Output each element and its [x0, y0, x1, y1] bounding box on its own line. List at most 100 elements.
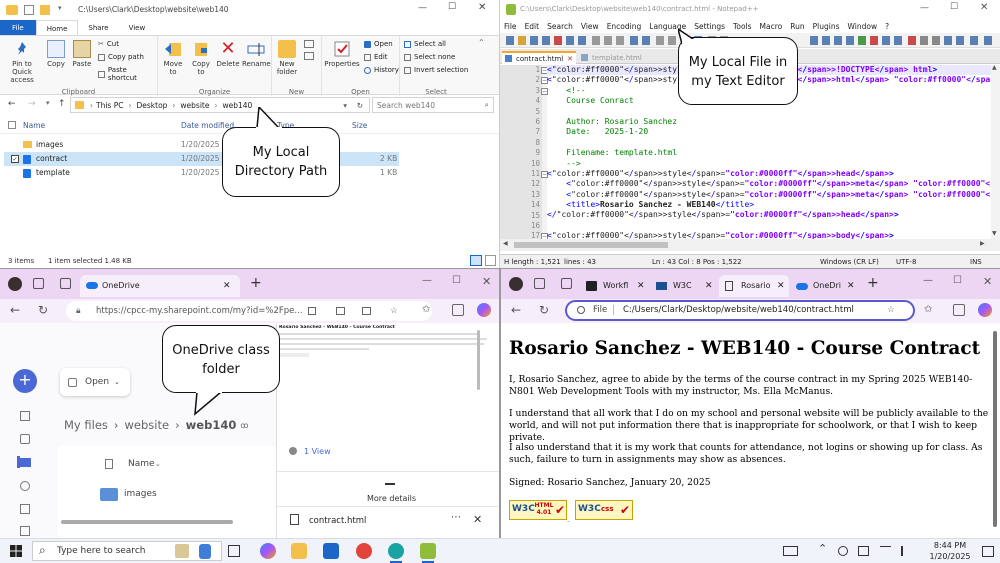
up-arrow-icon[interactable]: ↑ [58, 99, 66, 109]
menu-help[interactable]: ? [885, 22, 889, 31]
menu-edit[interactable]: Edit [525, 22, 540, 31]
search-input[interactable]: Search web140 ⌕ [372, 97, 494, 113]
col-size[interactable]: Size [352, 121, 367, 130]
page-scrollbar[interactable] [993, 331, 997, 527]
tab-template-html[interactable]: template.html [578, 52, 648, 64]
paste-shortcut-button[interactable]: Paste shortcut [98, 66, 157, 82]
new-tab-icon[interactable]: + [250, 275, 262, 291]
maximize-icon[interactable]: ☐ [452, 275, 461, 286]
tab-home[interactable]: Home [35, 20, 79, 36]
menu-search[interactable]: Search [547, 22, 573, 31]
close-icon[interactable]: ✕ [983, 275, 992, 288]
refresh-icon[interactable]: ↻ [357, 101, 363, 110]
workspaces-icon[interactable] [534, 278, 545, 289]
recent-dropdown-icon[interactable]: ▾ [46, 99, 50, 107]
recycle-icon[interactable] [20, 526, 30, 536]
close-icon[interactable]: ✕ [980, 2, 988, 13]
breadcrumb-web140[interactable]: web140 [186, 418, 237, 432]
mail-taskbar-icon[interactable] [323, 543, 339, 559]
row-checkbox-checked-icon[interactable]: ✓ [11, 155, 19, 163]
delete-button[interactable]: ✕ Delete [216, 40, 240, 69]
favorite-star-icon[interactable]: ☆ [390, 301, 398, 321]
scroll-thumb[interactable] [514, 242, 668, 248]
minimize-icon[interactable]: — [923, 275, 933, 286]
taskbar-search-box[interactable]: ⌕ Type here to search [32, 541, 222, 561]
horizontal-scrollbar[interactable]: ◀ ▶ [500, 239, 1000, 251]
properties-button[interactable]: Properties [324, 40, 360, 68]
details-view-icon[interactable] [470, 255, 482, 266]
menu-view[interactable]: View [581, 22, 599, 31]
tab-actions-icon[interactable] [561, 278, 572, 289]
file-explorer-taskbar-icon[interactable] [291, 543, 307, 559]
tab-onedrive[interactable]: OneDrive ✕ [80, 275, 240, 297]
od-list-scrollbar[interactable] [61, 520, 233, 524]
od-url-field[interactable]: 🔒︎ https://cpcc-my.sharepoint.com/my?id=… [66, 301, 432, 321]
copilot-icon[interactable] [978, 303, 992, 317]
history-button[interactable]: History [364, 66, 399, 74]
tab-close-icon[interactable]: ✕ [567, 55, 573, 63]
profile-avatar[interactable] [8, 277, 22, 291]
move-to-button[interactable]: Move to [160, 40, 186, 76]
copy-button[interactable]: Copy [44, 40, 68, 68]
display-icon[interactable] [858, 546, 869, 556]
tab-file[interactable]: File [0, 20, 36, 36]
refresh-icon[interactable]: ↻ [539, 303, 549, 317]
tab-share[interactable]: Share [78, 20, 118, 36]
windows-start-icon[interactable] [10, 545, 22, 557]
collections-icon[interactable] [953, 304, 965, 316]
od-item-images[interactable]: images [124, 489, 157, 499]
copilot-taskbar-icon[interactable] [260, 543, 276, 559]
workspaces-icon[interactable] [33, 278, 44, 289]
close-preview-icon[interactable]: ✕ [473, 513, 482, 526]
preview-scrollbar[interactable] [477, 330, 480, 390]
favorites-icon[interactable]: ✩ [422, 304, 430, 315]
menu-plugins[interactable]: Plugins [813, 22, 840, 31]
menu-encoding[interactable]: Encoding [607, 22, 642, 31]
tab-contract-html[interactable]: contract.html ✕ [502, 51, 576, 64]
qat-dropdown-icon[interactable]: ▾ [58, 4, 62, 12]
menu-run[interactable]: Run [790, 22, 804, 31]
edge-taskbar-icon[interactable] [388, 543, 404, 559]
w3c-css-badge[interactable]: W3C css ✔ [575, 500, 633, 520]
scroll-up-icon[interactable]: ▲ [992, 64, 997, 71]
immersive-reader-icon[interactable] [362, 307, 371, 315]
back-arrow-icon[interactable]: ← [8, 99, 16, 109]
quick-access-checkbox-icon[interactable] [24, 5, 34, 15]
select-all-checkbox[interactable] [8, 121, 16, 129]
maximize-icon[interactable]: ☐ [448, 2, 456, 12]
keyboard-icon[interactable] [783, 546, 798, 556]
collections-icon[interactable] [452, 304, 464, 316]
menu-window[interactable]: Window [848, 22, 878, 31]
tab-close-icon[interactable]: ✕ [705, 275, 713, 297]
open-button[interactable]: Open [364, 40, 393, 48]
show-hidden-icons-icon[interactable]: ⌃ [818, 542, 827, 555]
select-all-button[interactable]: Select all [404, 40, 446, 48]
menu-tools[interactable]: Tools [733, 22, 751, 31]
maximize-icon[interactable]: ☐ [950, 2, 958, 12]
favorites-icon[interactable]: ✩ [924, 304, 932, 315]
edit-button[interactable]: Edit [364, 53, 388, 61]
record-icon[interactable] [838, 546, 848, 556]
notepad-plus-taskbar-icon[interactable] [420, 543, 436, 559]
w3c-html-badge[interactable]: W3C HTML 4.01 ✔ [509, 500, 567, 520]
back-arrow-icon[interactable]: ← [511, 303, 521, 317]
menu-macro[interactable]: Macro [760, 22, 783, 31]
breadcrumb-website[interactable]: website [180, 101, 209, 110]
refresh-icon[interactable]: ↻ [38, 303, 48, 317]
add-new-icon[interactable]: + [13, 369, 37, 393]
maximize-icon[interactable]: ☐ [953, 275, 962, 286]
clock-time[interactable]: 8:44 PM [930, 541, 970, 550]
volume-icon[interactable] [901, 546, 912, 556]
home-nav-icon[interactable] [20, 411, 30, 421]
breadcrumb-this-pc[interactable]: This PC [96, 101, 123, 110]
tab-w3c[interactable]: W3C ✕ [651, 275, 717, 297]
col-name[interactable]: Name [128, 459, 155, 469]
drag-handle-icon[interactable] [385, 483, 395, 485]
close-icon[interactable]: ✕ [478, 2, 486, 13]
people-icon[interactable] [20, 481, 30, 491]
tab-actions-icon[interactable] [60, 278, 71, 289]
col-date[interactable]: Date modified [181, 121, 234, 130]
address-dropdown-icon[interactable]: ▾ [343, 101, 347, 110]
breadcrumb[interactable]: › This PC › Desktop › website › web140 ▾… [70, 97, 370, 113]
copilot-icon[interactable] [477, 303, 491, 317]
